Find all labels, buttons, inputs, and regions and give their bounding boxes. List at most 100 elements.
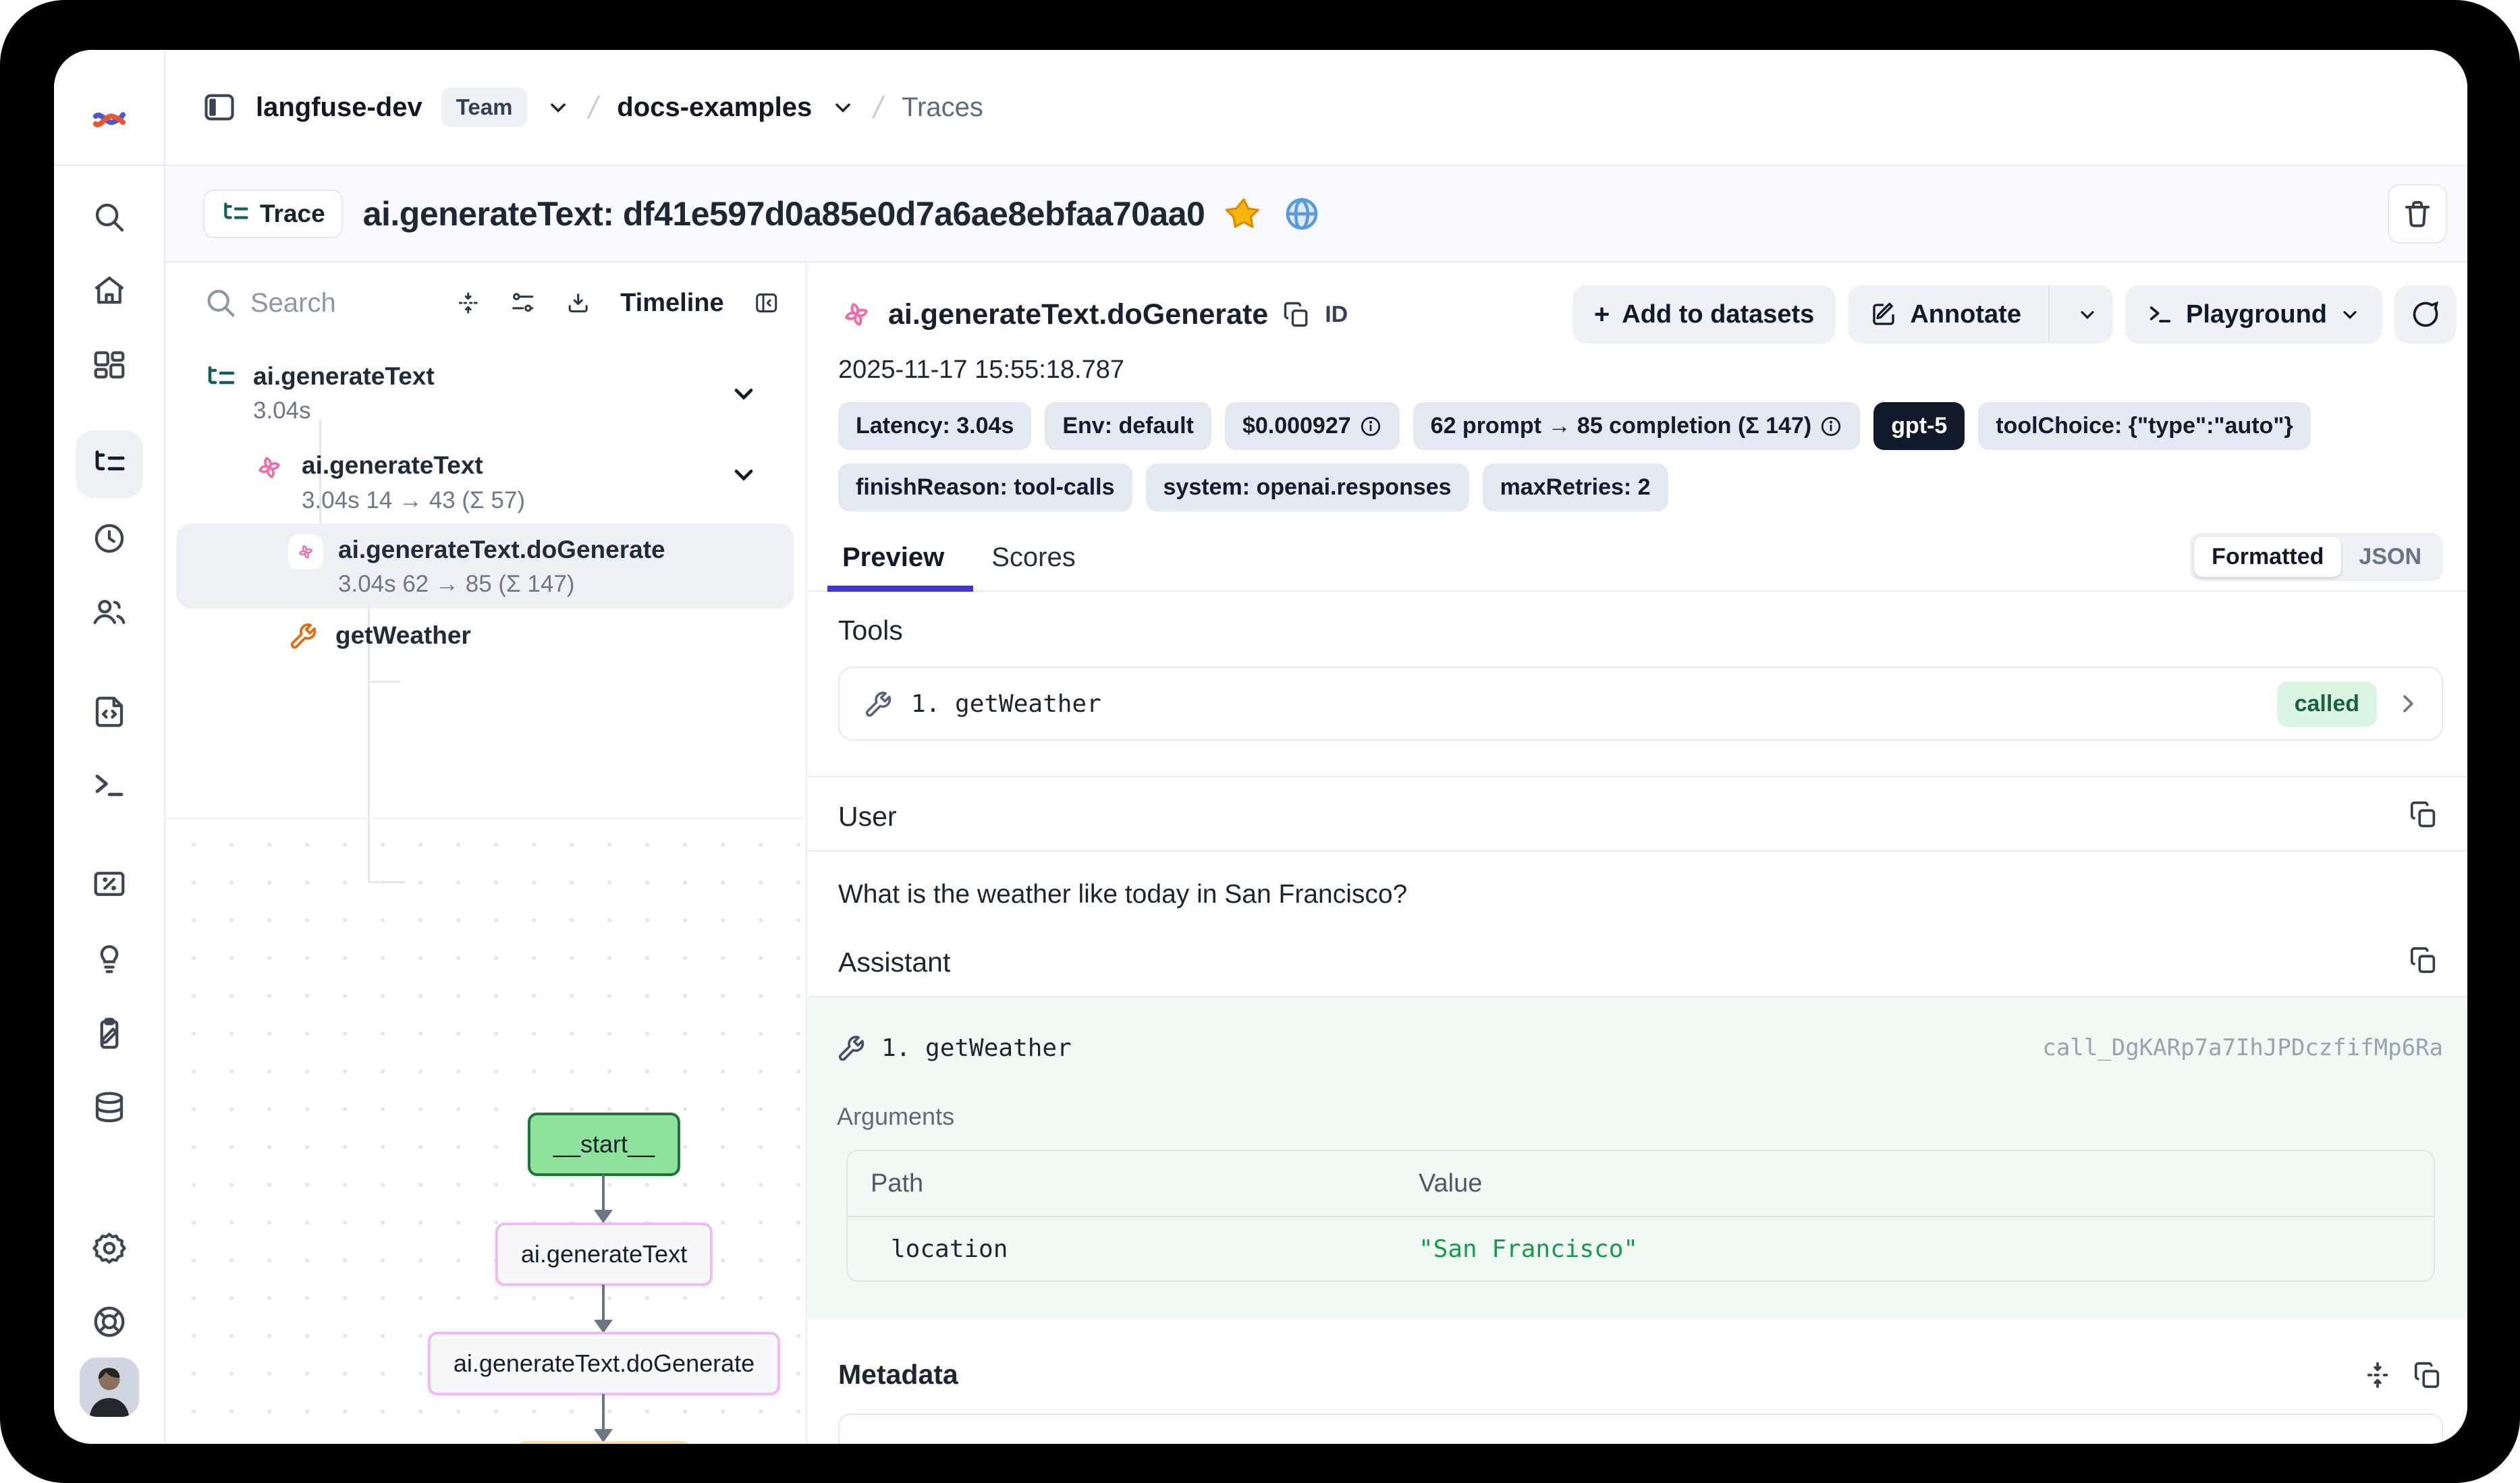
search-icon[interactable] [90,198,129,237]
observation-badges: Latency: 3.04s Env: default $0.000927 62… [809,385,2467,511]
tree-row-dogenerate-selected[interactable]: ai.generateText.doGenerate 3.04s 62 → 85… [176,524,794,609]
view-formatted[interactable]: Formatted [2194,537,2341,577]
langfuse-logo [90,101,129,140]
tree-row-tool[interactable]: getWeather [165,611,806,660]
tree-node-meta: 3.04s 14 → 43 (Σ 57) [302,487,525,514]
system-badge: system: openai.responses [1146,464,1469,511]
delete-trace-button[interactable] [2388,184,2447,244]
expand-icon[interactable] [2362,1360,2393,1391]
display-settings-icon[interactable] [510,285,535,320]
trace-tree-panel: Timeline ai.generateText 3.04s [165,262,807,1444]
screen-background: langfuse-dev Team / docs-examples / Trac… [0,0,2520,1483]
generation-icon [838,296,875,333]
breadcrumb-separator: / [871,89,887,125]
bookmark-star-icon[interactable] [1225,195,1263,233]
support-icon[interactable] [90,1302,129,1341]
tree-search-input[interactable] [250,288,426,318]
view-toggle[interactable]: Formatted JSON [2190,533,2443,581]
user-avatar[interactable] [80,1358,139,1417]
trace-header-bar: Trace ai.generateText: df41e597d0a85e0d7… [165,166,2467,262]
id-label[interactable]: ID [1325,302,1348,328]
datasets-icon[interactable] [90,1088,129,1127]
table-row: location "San Francisco" [848,1216,2434,1281]
collapse-panel-icon[interactable] [754,285,779,320]
tree-row-generation[interactable]: ai.generateText 3.04s 14 → 43 (Σ 57) [165,443,806,520]
annotate-dropdown-chevron[interactable] [2062,304,2113,325]
metadata-heading: Metadata [838,1359,958,1391]
download-icon[interactable] [566,285,591,320]
agent-graph-panel[interactable]: __start__ ai.generateText ai.generateTex… [165,818,804,1444]
tool-call-name: 1. getWeather [881,1034,1072,1062]
breadcrumb-project[interactable]: docs-examples [617,92,812,123]
copy-icon[interactable] [2408,945,2443,980]
tree-row-trace[interactable]: ai.generateText 3.04s [165,354,806,431]
tree-node-label: ai.generateText [302,450,525,481]
graph-node-getweather[interactable]: getWeather [516,1441,692,1444]
graph-edge-arrow [594,1210,613,1223]
copy-icon[interactable] [2408,799,2443,834]
chevron-right-icon[interactable] [2394,690,2421,717]
tracing-icon[interactable] [90,445,129,484]
home-icon[interactable] [90,271,129,310]
project-chevron-icon[interactable] [831,95,855,119]
graph-node-start[interactable]: __start__ [528,1113,680,1176]
comments-button[interactable] [2394,285,2457,343]
generation-icon [252,450,287,485]
llm-judge-icon[interactable] [90,939,129,978]
observation-detail-panel: ai.generateText.doGenerate ID + Add to d… [809,262,2467,1444]
annotation-icon[interactable] [90,1014,129,1053]
org-plan-badge: Team [441,88,528,127]
tree-node-meta: 3.04s [253,397,435,424]
timeline-toggle[interactable]: Timeline [620,289,723,318]
graph-node-dogenerate[interactable]: ai.generateText.doGenerate [428,1332,780,1395]
tools-section: Tools 1. getWeather called [809,592,2467,741]
finishreason-badge: finishReason: tool-calls [838,464,1132,511]
tab-scores[interactable]: Scores [987,532,1080,590]
settings-icon[interactable] [90,1229,129,1268]
model-badge[interactable]: gpt-5 [1873,402,1965,450]
dashboards-icon[interactable] [90,347,129,386]
path-header: Path [848,1169,1419,1198]
chevron-down-icon[interactable] [729,379,759,408]
breadcrumb-separator: / [586,89,602,125]
add-to-datasets-button[interactable]: + Add to datasets [1572,285,1836,343]
sessions-icon[interactable] [90,519,129,558]
tree-search[interactable] [203,285,426,320]
latency-badge: Latency: 3.04s [838,402,1031,450]
view-json[interactable]: JSON [2341,537,2439,577]
trace-icon [221,199,250,229]
public-globe-icon[interactable] [1283,195,1321,233]
playground-icon[interactable] [90,766,129,805]
detail-tabs: Preview Scores Formatted JSON [809,532,2467,592]
copy-icon[interactable] [2412,1360,2443,1391]
chevron-down-icon[interactable] [729,459,759,489]
chevron-down-icon [2339,304,2361,325]
observation-tree: ai.generateText 3.04s ai.generateText 3.… [165,343,806,660]
evaluation-icon[interactable] [90,864,129,903]
breadcrumb-page[interactable]: Traces [902,92,983,123]
collapse-all-icon[interactable] [456,285,481,320]
playground-button[interactable]: Playground [2125,285,2382,343]
observation-timestamp: 2025-11-17 15:55:18.787 [809,343,2467,385]
cost-badge[interactable]: $0.000927 [1225,402,1400,450]
tab-preview[interactable]: Preview [838,532,948,590]
annotate-pencil-icon [1869,300,1898,329]
breadcrumb-org[interactable]: langfuse-dev [256,92,422,123]
annotate-split-button[interactable]: Annotate [1848,285,2113,343]
graph-edge [602,1175,605,1210]
graph-edge [602,1285,605,1320]
org-chevron-icon[interactable] [546,95,570,119]
tool-definition-row[interactable]: 1. getWeather called [838,667,2443,741]
tokens-badge[interactable]: 62 prompt → 85 completion (Σ 147) [1413,402,1861,450]
graph-node-generatetext[interactable]: ai.generateText [495,1223,713,1286]
copy-icon[interactable] [1282,300,1311,329]
prompts-icon[interactable] [90,692,129,731]
users-icon[interactable] [90,592,129,632]
sidebar-toggle-icon[interactable] [202,90,237,125]
value-header: Value [1419,1169,1482,1198]
metadata-section: Metadata Path Value [809,1320,2467,1444]
tool-called-badge: called [2277,681,2377,727]
info-icon [1819,415,1842,438]
trace-title: ai.generateText: df41e597d0a85e0d7a6ae8e… [363,194,1205,233]
tree-connector [368,681,400,683]
